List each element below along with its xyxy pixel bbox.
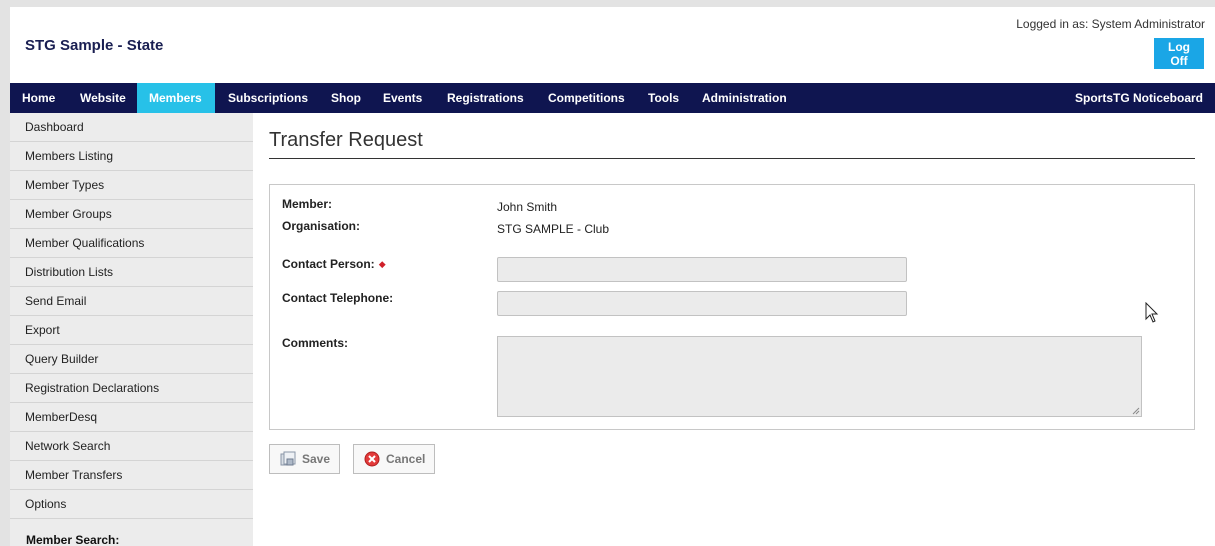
sidebar-item-member-groups[interactable]: Member Groups	[10, 200, 253, 229]
nav-item-subscriptions[interactable]: Subscriptions	[216, 83, 320, 113]
cancel-icon	[364, 451, 380, 467]
nav-item-members[interactable]: Members	[137, 83, 215, 113]
sidebar-item-network-search[interactable]: Network Search	[10, 432, 253, 461]
transfer-request-form: Member: John Smith Organisation: STG SAM…	[269, 184, 1195, 430]
sidebar-item-dashboard[interactable]: Dashboard	[10, 113, 253, 142]
sidebar-item-export[interactable]: Export	[10, 316, 253, 345]
sidebar-item-registration-declarations[interactable]: Registration Declarations	[10, 374, 253, 403]
member-value: John Smith	[497, 200, 558, 214]
organisation-value: STG SAMPLE - Club	[497, 222, 610, 236]
contact-person-label: Contact Person:	[282, 257, 375, 271]
nav-item-competitions[interactable]: Competitions	[536, 83, 637, 113]
sidebar-item-send-email[interactable]: Send Email	[10, 287, 253, 316]
member-search-label: Member Search:	[26, 533, 120, 546]
sidebar-item-memberdesq[interactable]: MemberDesq	[10, 403, 253, 432]
comments-textarea[interactable]	[497, 336, 1142, 417]
sidebar-item-member-qualifications[interactable]: Member Qualifications	[10, 229, 253, 258]
save-button-label: Save	[302, 452, 331, 466]
member-label: Member:	[282, 197, 333, 211]
organisation-label: Organisation:	[282, 219, 361, 233]
log-off-button[interactable]: Log Off	[1154, 38, 1204, 69]
top-nav: Home Website Members Subscriptions Shop …	[10, 83, 1215, 113]
nav-item-administration[interactable]: Administration	[690, 83, 799, 113]
sidebar-item-options[interactable]: Options	[10, 490, 253, 519]
page: STG Sample - State Logged in as: System …	[10, 7, 1215, 546]
nav-item-website[interactable]: Website	[68, 83, 138, 113]
sidebar-item-distribution-lists[interactable]: Distribution Lists	[10, 258, 253, 287]
sidebar-item-member-transfers[interactable]: Member Transfers	[10, 461, 253, 490]
contact-telephone-input[interactable]	[497, 291, 907, 316]
app-title: STG Sample - State	[25, 37, 164, 54]
nav-item-registrations[interactable]: Registrations	[435, 83, 536, 113]
page-title: Transfer Request	[269, 129, 423, 151]
contact-person-label-row: Contact Person: ◆	[282, 257, 386, 271]
contact-telephone-label: Contact Telephone:	[282, 291, 394, 305]
cancel-button[interactable]: Cancel	[353, 444, 435, 474]
mouse-cursor-icon	[1145, 302, 1159, 323]
sidebar-item-member-types[interactable]: Member Types	[10, 171, 253, 200]
logged-in-text: Logged in as: System Administrator	[1016, 17, 1205, 31]
title-divider	[269, 158, 1195, 159]
sidebar-item-members-listing[interactable]: Members Listing	[10, 142, 253, 171]
sidebar-item-query-builder[interactable]: Query Builder	[10, 345, 253, 374]
sidebar: Dashboard Members Listing Member Types M…	[10, 113, 253, 546]
nav-item-tools[interactable]: Tools	[636, 83, 691, 113]
nav-item-shop[interactable]: Shop	[319, 83, 373, 113]
nav-item-events[interactable]: Events	[371, 83, 434, 113]
cancel-button-label: Cancel	[386, 452, 426, 466]
save-button[interactable]: Save	[269, 444, 340, 474]
nav-item-noticeboard[interactable]: SportsTG Noticeboard	[1063, 83, 1215, 113]
nav-item-home[interactable]: Home	[10, 83, 67, 113]
save-icon	[280, 451, 296, 467]
required-indicator-icon: ◆	[378, 259, 386, 269]
comments-label: Comments:	[282, 336, 349, 350]
contact-person-input[interactable]	[497, 257, 907, 282]
resize-grip-icon[interactable]	[1132, 407, 1140, 415]
